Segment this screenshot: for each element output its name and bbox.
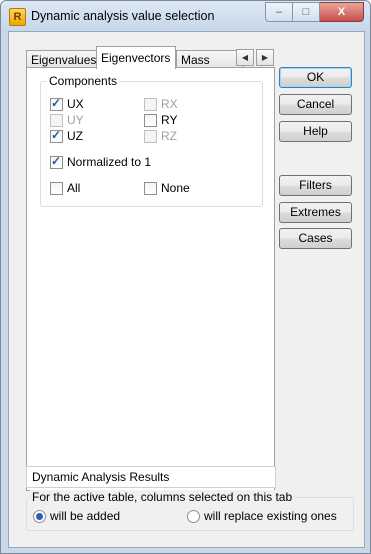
window-title: Dynamic analysis value selection <box>31 9 215 23</box>
checkbox-box <box>144 113 157 127</box>
checkbox-none[interactable]: None <box>144 180 190 196</box>
dialog-window: R Dynamic analysis value selection – □ X… <box>0 0 371 554</box>
checkbox-box <box>50 128 63 143</box>
checkbox-box <box>50 181 63 195</box>
checkbox-ux[interactable]: UX <box>50 96 84 112</box>
close-button[interactable]: X <box>320 2 364 22</box>
radio-will-replace[interactable]: will replace existing ones <box>187 509 337 523</box>
checkbox-rz[interactable]: RZ <box>144 128 177 144</box>
checkbox-box <box>50 154 63 169</box>
checkbox-label: RY <box>161 113 178 127</box>
dialog-client-area: Eigenvalues Eigenvectors Mass sums ◀ ▶ C… <box>8 31 365 548</box>
app-logo-icon: R <box>9 8 26 26</box>
checkbox-label: None <box>161 181 190 195</box>
results-table-field[interactable]: Dynamic Analysis Results <box>26 466 276 488</box>
tab-scroll-arrows: ◀ ▶ <box>236 49 274 66</box>
maximize-icon: □ <box>302 6 310 18</box>
radio-label: will be added <box>50 509 121 523</box>
close-icon: X <box>337 6 346 18</box>
checkbox-normalized[interactable]: Normalized to 1 <box>50 154 151 170</box>
title-bar[interactable]: R Dynamic analysis value selection – □ X <box>1 1 370 31</box>
radio-label: will replace existing ones <box>204 509 337 523</box>
maximize-button[interactable]: □ <box>293 2 320 22</box>
ok-button[interactable]: OK <box>279 67 352 88</box>
tab-eigenvectors[interactable]: Eigenvectors <box>96 46 176 69</box>
checkbox-rx[interactable]: RX <box>144 96 178 112</box>
checkbox-label: UZ <box>67 129 83 143</box>
chevron-right-icon: ▶ <box>261 53 269 62</box>
checkbox-all[interactable]: All <box>50 180 80 196</box>
column-options-group: For the active table, columns selected o… <box>26 490 354 531</box>
checkbox-uy[interactable]: UY <box>50 112 84 128</box>
minimize-button[interactable]: – <box>265 2 293 22</box>
checkbox-label: UX <box>67 97 84 111</box>
radio-circle <box>33 509 46 523</box>
tab-scroll-left-button[interactable]: ◀ <box>236 49 254 66</box>
checkbox-ry[interactable]: RY <box>144 112 177 128</box>
checkbox-label: UY <box>67 113 84 127</box>
column-options-label: For the active table, columns selected o… <box>30 490 295 504</box>
caption-buttons: – □ X <box>265 2 364 22</box>
checkbox-label: All <box>67 181 81 195</box>
cases-button[interactable]: Cases <box>279 228 352 249</box>
checkbox-label: RX <box>161 97 178 111</box>
checkbox-label: RZ <box>161 129 177 143</box>
components-group: Components UX RX UY RY <box>40 74 263 207</box>
checkbox-box <box>50 96 63 111</box>
components-group-label: Components <box>47 74 120 88</box>
checkbox-box <box>144 181 157 195</box>
eigenvectors-panel: Components UX RX UY RY <box>26 67 275 491</box>
checkbox-box <box>144 129 157 143</box>
minimize-icon: – <box>275 6 283 18</box>
checkbox-box <box>144 97 157 111</box>
checkbox-label: Normalized to 1 <box>67 155 152 169</box>
radio-will-be-added[interactable]: will be added <box>33 509 120 523</box>
radio-circle <box>187 509 200 523</box>
checkbox-uz[interactable]: UZ <box>50 128 83 144</box>
cancel-button[interactable]: Cancel <box>279 94 352 115</box>
chevron-left-icon: ◀ <box>241 53 249 62</box>
tab-scroll-right-button[interactable]: ▶ <box>256 49 274 66</box>
filters-button[interactable]: Filters <box>279 175 352 196</box>
extremes-button[interactable]: Extremes <box>279 202 352 223</box>
checkbox-box <box>50 113 63 127</box>
help-button[interactable]: Help <box>279 121 352 142</box>
